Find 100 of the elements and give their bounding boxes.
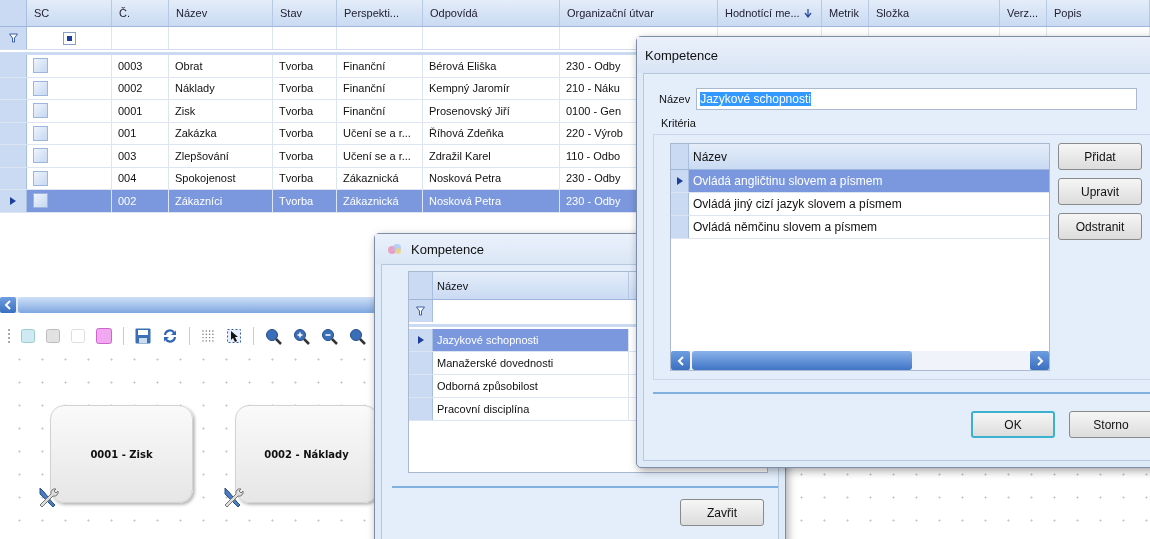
- list-item[interactable]: Odborná způsobilost: [433, 375, 629, 397]
- scroll-left-button[interactable]: [671, 351, 690, 370]
- row-header-cell[interactable]: [0, 167, 27, 189]
- row-header-cell[interactable]: [671, 216, 689, 238]
- scroll-thumb[interactable]: [692, 351, 912, 370]
- filter-icon[interactable]: [8, 33, 18, 43]
- dialog-title: Kompetence: [411, 241, 484, 257]
- dialog-button[interactable]: Přidat: [1058, 143, 1142, 170]
- square-icon[interactable]: [71, 329, 85, 343]
- row-header-cell[interactable]: [409, 329, 433, 351]
- chevron-left-icon: [4, 300, 12, 310]
- scroll-right-button[interactable]: [1030, 351, 1049, 370]
- table-cell: 001: [112, 122, 169, 144]
- table-cell: Zákaznická: [337, 167, 423, 189]
- column-header[interactable]: SC: [27, 0, 112, 26]
- row-header-cell[interactable]: [671, 193, 689, 215]
- scroll-left-button[interactable]: [0, 297, 16, 313]
- table-cell: 0003: [112, 55, 169, 77]
- sort-arrow-icon: [803, 8, 812, 18]
- criteria-item[interactable]: Ovládá němčinu slovem a písmem: [689, 216, 1049, 238]
- column-header[interactable]: Popis: [1047, 0, 1150, 26]
- table-cell: Bérová Eliška: [423, 55, 560, 77]
- filter-checkbox[interactable]: [62, 31, 76, 45]
- column-header[interactable]: Organizační útvar: [560, 0, 718, 26]
- row-header-cell[interactable]: [409, 375, 433, 397]
- grid-dots-icon[interactable]: [201, 329, 215, 343]
- tools-icon[interactable]: [221, 485, 245, 509]
- column-header[interactable]: Metrik: [822, 0, 869, 26]
- horizontal-scrollbar[interactable]: [671, 351, 1049, 370]
- table-cell: 004: [112, 167, 169, 189]
- chevron-right-icon: [1035, 355, 1044, 366]
- close-button[interactable]: Zavřit: [680, 499, 764, 526]
- row-header-cell[interactable]: [409, 398, 433, 420]
- table-cell: Prosenovský Jiří: [423, 100, 560, 122]
- table-cell: Obrat: [169, 55, 273, 77]
- dialog-button[interactable]: Upravit: [1058, 178, 1142, 205]
- table-cell: Zákaznická: [337, 190, 423, 212]
- ok-button[interactable]: OK: [971, 411, 1055, 438]
- row-header-cell[interactable]: [0, 122, 27, 144]
- diagram-node[interactable]: 0001 - Zisk: [50, 405, 193, 503]
- column-header[interactable]: Perspekti...: [337, 0, 423, 26]
- column-header[interactable]: Název: [169, 0, 273, 26]
- column-header[interactable]: Hodnotící me...: [718, 0, 822, 26]
- table-cell: Spokojenost: [169, 167, 273, 189]
- row-header-cell[interactable]: [409, 352, 433, 374]
- table-cell: Tvorba: [273, 100, 337, 122]
- table-cell: Učení se a r...: [337, 122, 423, 144]
- column-header[interactable]: Složka: [869, 0, 1000, 26]
- row-header-cell[interactable]: [0, 145, 27, 167]
- row-header-cell[interactable]: [0, 55, 27, 77]
- row-checkbox[interactable]: [33, 170, 48, 186]
- table-cell: Zdražil Karel: [423, 145, 560, 167]
- table-cell: 0002: [112, 77, 169, 99]
- table-cell: Kempný Jaromír: [423, 77, 560, 99]
- table-cell: Finanční: [337, 55, 423, 77]
- row-checkbox[interactable]: [33, 80, 48, 96]
- zoom-icon[interactable]: [349, 327, 366, 345]
- swatch-icon[interactable]: [21, 329, 35, 343]
- table-cell: Tvorba: [273, 190, 337, 212]
- app-icon: [387, 242, 403, 256]
- row-checkbox[interactable]: [33, 103, 48, 119]
- current-row-icon: [10, 196, 16, 205]
- table-cell: Nosková Petra: [423, 167, 560, 189]
- cancel-button[interactable]: Storno: [1069, 411, 1150, 438]
- column-header[interactable]: Odpovídá: [423, 0, 560, 26]
- row-checkbox[interactable]: [33, 193, 48, 209]
- list-item[interactable]: Pracovní disciplína: [433, 398, 629, 420]
- row-checkbox[interactable]: [33, 148, 48, 164]
- chevron-left-icon: [676, 355, 685, 366]
- current-row-icon: [417, 336, 424, 344]
- row-checkbox[interactable]: [33, 125, 48, 141]
- table-cell: Zákazníci: [169, 190, 273, 212]
- row-header-cell[interactable]: [0, 77, 27, 99]
- select-pointer-icon[interactable]: [226, 328, 242, 344]
- column-header[interactable]: Stav: [273, 0, 337, 26]
- row-header-cell[interactable]: [0, 190, 27, 212]
- table-cell: Tvorba: [273, 55, 337, 77]
- zoom-icon[interactable]: [293, 327, 310, 345]
- filter-icon[interactable]: [416, 306, 425, 316]
- table-cell: Tvorba: [273, 122, 337, 144]
- table-cell: Zakázka: [169, 122, 273, 144]
- zoom-icon[interactable]: [265, 327, 282, 345]
- zoom-icon[interactable]: [321, 327, 338, 345]
- table-cell: Tvorba: [273, 77, 337, 99]
- save-icon[interactable]: [135, 328, 151, 344]
- table-cell: 003: [112, 145, 169, 167]
- table-cell: Zisk: [169, 100, 273, 122]
- row-header-cell[interactable]: [0, 100, 27, 122]
- tools-icon[interactable]: [36, 485, 60, 509]
- square-icon[interactable]: [46, 329, 60, 343]
- column-header[interactable]: Verz...: [1000, 0, 1047, 26]
- row-header-cell[interactable]: [671, 170, 689, 192]
- dialog-button[interactable]: Odstranit: [1058, 213, 1142, 240]
- table-cell: 0001: [112, 100, 169, 122]
- list-item[interactable]: Manažerské dovednosti: [433, 352, 629, 374]
- swatch-icon[interactable]: [96, 328, 112, 344]
- row-checkbox[interactable]: [33, 58, 48, 74]
- refresh-icon[interactable]: [162, 328, 178, 344]
- table-cell: Nosková Petra: [423, 190, 560, 212]
- column-header[interactable]: Č.: [112, 0, 169, 26]
